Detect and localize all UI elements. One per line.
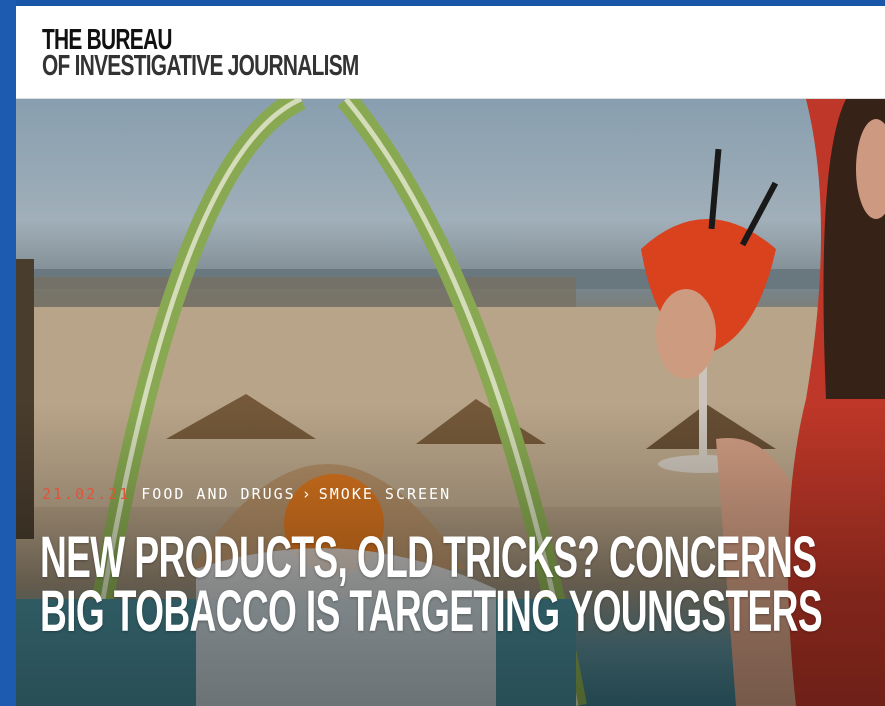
article-meta: 21.02.21 FOOD AND DRUGS › SMOKE SCREEN	[42, 485, 451, 503]
page: THE BUREAU OF INVESTIGATIVE JOURNALISM 2…	[16, 6, 885, 706]
logo-line-2: OF INVESTIGATIVE JOURNALISM	[42, 50, 359, 82]
series-link[interactable]: SMOKE SCREEN	[319, 485, 451, 503]
headline-line-1: NEW PRODUCTS, OLD TRICKS? CONCERNS	[40, 525, 817, 590]
category-link[interactable]: FOOD AND DRUGS	[141, 485, 295, 503]
headline-line-2: BIG TOBACCO IS TARGETING YOUNGSTERS	[40, 579, 823, 644]
browser-left-edge	[0, 0, 16, 706]
article-headline: NEW PRODUCTS, OLD TRICKS? CONCERNS BIG T…	[40, 525, 872, 644]
article-date: 21.02.21	[42, 485, 131, 503]
site-header: THE BUREAU OF INVESTIGATIVE JOURNALISM	[16, 6, 885, 99]
site-logo[interactable]: THE BUREAU OF INVESTIGATIVE JOURNALISM	[42, 26, 359, 82]
hero-section: 21.02.21 FOOD AND DRUGS › SMOKE SCREEN NEW…	[16, 99, 885, 706]
breadcrumb-separator: ›	[301, 485, 313, 503]
